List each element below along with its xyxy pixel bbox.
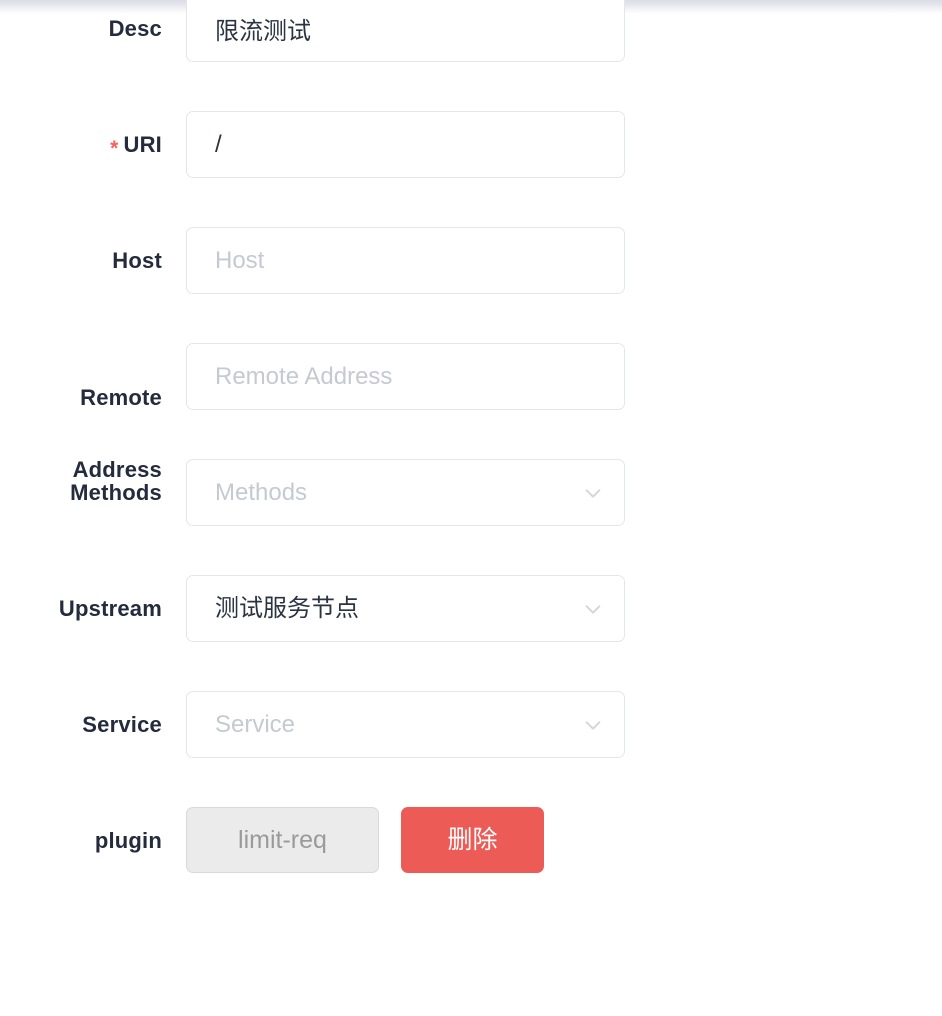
route-config-form: Desc *URI Host Remote Address [0,0,942,942]
field-remote-address [186,343,625,410]
methods-select-value: Methods [215,479,308,506]
label-service: Service [0,710,162,740]
label-plugin: plugin [0,826,162,856]
label-uri-text: URI [123,132,162,157]
upstream-select-value: 测试服务节点 [215,595,359,622]
chevron-down-icon [582,598,604,620]
label-plugin-text: plugin [94,828,162,853]
field-upstream: 测试服务节点 [186,575,625,642]
field-plugin: limit-req 删除 [186,807,544,873]
host-input[interactable] [186,227,625,294]
required-asterisk-icon: * [110,137,119,160]
field-desc [186,0,625,62]
label-upstream: Upstream [0,594,162,624]
service-select-value: Service [215,711,296,738]
form-row-plugin: plugin limit-req 删除 [0,807,942,942]
desc-input[interactable] [186,0,625,62]
label-desc: Desc [0,14,162,44]
label-methods: Methods [0,478,162,508]
label-upstream-text: Upstream [58,596,162,621]
plugin-name-button[interactable]: limit-req [186,807,379,873]
upstream-select[interactable]: 测试服务节点 [186,575,625,642]
label-methods-text: Methods [70,480,162,505]
uri-input[interactable] [186,111,625,178]
chevron-down-icon [582,714,604,736]
chevron-down-icon [582,482,604,504]
label-service-text: Service [82,712,162,737]
label-host: Host [0,246,162,276]
field-uri [186,111,625,178]
field-service: Service [186,691,625,758]
label-remote-address-text: Remote Address [72,385,162,482]
delete-plugin-button[interactable]: 删除 [401,807,544,873]
methods-select[interactable]: Methods [186,459,625,526]
remote-address-input[interactable] [186,343,625,410]
label-desc-text: Desc [108,16,162,41]
label-host-text: Host [112,248,162,273]
field-host [186,227,625,294]
service-select[interactable]: Service [186,691,625,758]
field-methods: Methods [186,459,625,526]
label-uri: * URI [0,130,162,161]
